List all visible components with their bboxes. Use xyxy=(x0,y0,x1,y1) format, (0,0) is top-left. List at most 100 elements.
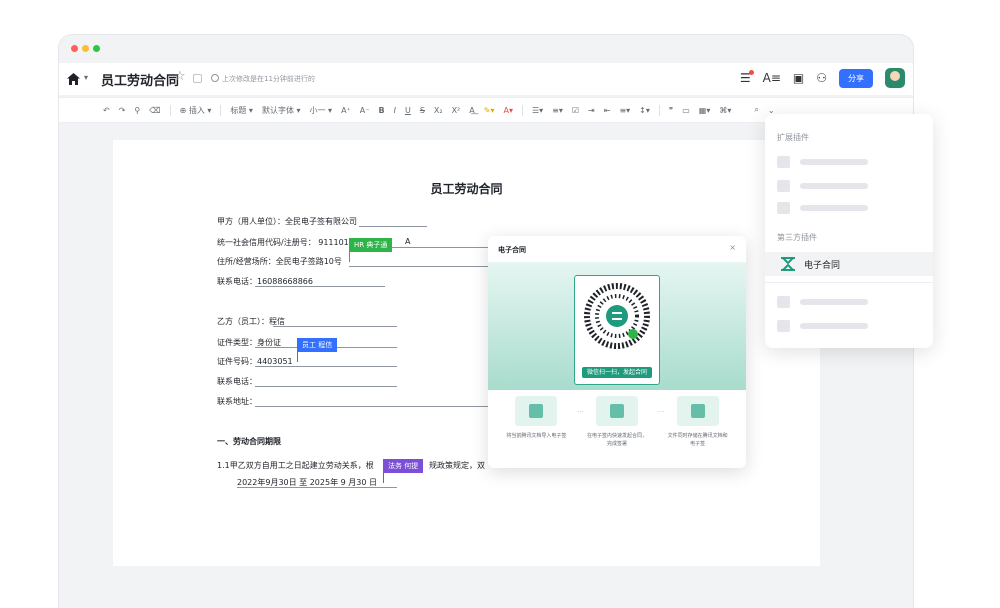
align-icon[interactable]: ≡▾ xyxy=(619,106,630,115)
close-icon[interactable]: × xyxy=(729,243,736,252)
italic-icon[interactable]: I xyxy=(394,106,396,115)
undo-icon[interactable]: ↶ xyxy=(103,106,110,115)
plugin-item-e-contract[interactable]: 电子合同 xyxy=(765,252,933,276)
qr-hero: 微信扫一扫，发起合同 xyxy=(488,262,746,390)
e-contract-modal: 电子合同 × 微信扫一扫，发起合同 将当前腾讯文档导入电子签 ··· 在电子签内… xyxy=(488,236,746,468)
highlight-icon[interactable]: ✎▾ xyxy=(484,106,495,115)
collaborator-tag-legal: 法务 何提 xyxy=(383,459,424,473)
third-party-heading: 第三方插件 xyxy=(777,233,817,242)
window-controls xyxy=(71,45,100,52)
underline xyxy=(255,366,397,367)
doc-title[interactable]: 员工劳动合同 xyxy=(101,70,179,89)
toolbar-divider xyxy=(521,104,523,116)
line-spacing-icon[interactable]: ↕▾ xyxy=(639,106,650,115)
plugin-placeholder[interactable] xyxy=(777,156,868,168)
bold-icon[interactable]: B xyxy=(378,106,384,115)
plugin-item-label: 电子合同 xyxy=(804,260,841,271)
plugin-placeholder[interactable] xyxy=(777,202,868,214)
size-label: 小一 xyxy=(309,105,326,115)
outdent-icon[interactable]: ⇤ xyxy=(604,106,611,115)
size-select[interactable]: 小一 ▾ xyxy=(310,105,333,116)
spacing-icon[interactable]: A͟ xyxy=(469,106,474,115)
font-shrink-icon[interactable]: A⁻ xyxy=(360,106,370,115)
clear-format-icon[interactable]: ⌫ xyxy=(149,106,160,115)
clause-text-tail: 规政策规定，双 xyxy=(429,461,485,470)
bullet-list-icon[interactable]: ☰▾ xyxy=(532,106,543,115)
credit-code-field[interactable]: 统一社会信用代码/注册号： 911101 xyxy=(217,237,349,248)
present-icon[interactable]: ▣ xyxy=(793,71,804,85)
title-bar: ▾ 员工劳动合同 ☆ 上次修改是在11分钟前进行的 ☰ A≡ ▣ ⚇ 分享 xyxy=(59,63,913,95)
checklist-icon[interactable]: ☑ xyxy=(572,106,579,115)
step-text: 在电子签内快速发起合同，完成签署 xyxy=(586,433,647,447)
minimize-window-dot[interactable] xyxy=(82,45,89,52)
page-title: 员工劳动合同 xyxy=(430,182,503,196)
superscript-icon[interactable]: X² xyxy=(452,106,461,115)
share-button[interactable]: 分享 xyxy=(839,68,873,88)
underline xyxy=(359,226,427,227)
title-actions: ☰ A≡ ▣ ⚇ 分享 xyxy=(740,68,905,88)
underline xyxy=(349,266,489,267)
font-label: 默认字体 xyxy=(261,105,294,115)
collaborator-tag-employee: 员工 程信 xyxy=(297,338,338,352)
credit-code-text: 统一社会信用代码/注册号： 911101 xyxy=(217,238,349,247)
subscript-icon[interactable]: X₂ xyxy=(434,106,443,115)
heading-select[interactable]: 标题 ▾ xyxy=(230,105,253,116)
saved-status-text: 上次修改是在11分钟前进行的 xyxy=(222,75,315,83)
menu-icon[interactable]: ☰ xyxy=(740,70,754,85)
saved-icon xyxy=(211,74,219,82)
notification-badge xyxy=(748,70,754,75)
insert-button[interactable]: ⊕ 插入 ▾ xyxy=(180,105,212,116)
clause-text[interactable]: 1.1甲乙双方自用工之日起建立劳动关系，根 xyxy=(217,460,374,471)
underline-icon[interactable]: U xyxy=(405,106,411,115)
comment-icon[interactable]: ▭ xyxy=(682,106,690,115)
step-item: 将当前腾讯文档导入电子签 xyxy=(504,396,568,466)
saved-status: 上次修改是在11分钟前进行的 xyxy=(211,74,315,84)
font-grow-icon[interactable]: A⁺ xyxy=(341,106,351,115)
storage-icon xyxy=(676,396,719,426)
underline xyxy=(255,406,489,407)
toolbar-divider xyxy=(220,104,222,116)
scan-to-start-label[interactable]: 微信扫一扫，发起合同 xyxy=(582,367,652,378)
collaborator-cursor xyxy=(297,350,298,362)
add-collaborator-icon[interactable]: ⚇ xyxy=(816,71,827,85)
address-b-field[interactable]: 联系地址： xyxy=(217,396,257,407)
party-a-field[interactable]: 甲方（用人单位）：全民电子签有限公司 xyxy=(217,216,357,227)
step-item: ··· 在电子签内快速发起合同，完成签署 xyxy=(577,396,649,466)
underline xyxy=(237,487,397,488)
close-window-dot[interactable] xyxy=(71,45,78,52)
number-list-icon[interactable]: ≡▾ xyxy=(552,106,563,115)
plugin-placeholder[interactable] xyxy=(777,296,868,308)
star-icon[interactable]: ☆ xyxy=(174,69,186,84)
indent-icon[interactable]: ⇥ xyxy=(588,106,595,115)
plugin-placeholder[interactable] xyxy=(777,180,868,192)
qr-card: 微信扫一扫，发起合同 xyxy=(574,275,660,385)
quote-icon[interactable]: ❞ xyxy=(669,106,673,115)
font-color-icon[interactable]: A▾ xyxy=(503,106,513,115)
search-icon[interactable]: ⌕ xyxy=(754,105,758,115)
strikethrough-icon[interactable]: S xyxy=(420,106,425,115)
avatar[interactable] xyxy=(885,68,905,88)
move-doc-icon[interactable] xyxy=(193,74,202,83)
font-select[interactable]: 默认字体 ▾ xyxy=(262,105,301,116)
step-connector: ··· xyxy=(657,408,665,416)
step-text: 将当前腾讯文档导入电子签 xyxy=(506,433,567,439)
table-icon[interactable]: ▦▾ xyxy=(699,106,711,115)
redo-icon[interactable]: ↷ xyxy=(119,106,126,115)
maximize-window-dot[interactable] xyxy=(93,45,100,52)
qr-code-icon xyxy=(584,283,650,349)
phone-b-field[interactable]: 联系电话： xyxy=(217,376,257,387)
credit-code-suffix: A xyxy=(405,237,411,246)
plugin-icon[interactable]: ⌘▾ xyxy=(719,106,731,115)
insert-label: 插入 xyxy=(188,105,205,115)
home-icon[interactable] xyxy=(67,73,80,85)
steps-row: 将当前腾讯文档导入电子签 ··· 在电子签内快速发起合同，完成签署 ··· 文件… xyxy=(488,396,746,466)
plugin-panel: 扩展插件 第三方插件 电子合同 xyxy=(765,114,933,348)
home-dropdown-icon[interactable]: ▾ xyxy=(84,73,88,82)
address-field[interactable]: 住所/经营场所：全民电子签路10号 xyxy=(217,256,342,267)
toolbar-divider xyxy=(658,104,660,116)
plugin-placeholder[interactable] xyxy=(777,320,868,332)
modal-header: 电子合同 × xyxy=(488,236,746,262)
import-doc-icon xyxy=(515,396,558,426)
text-format-icon[interactable]: A≡ xyxy=(763,71,781,85)
format-painter-icon[interactable]: ⚲ xyxy=(134,106,140,115)
